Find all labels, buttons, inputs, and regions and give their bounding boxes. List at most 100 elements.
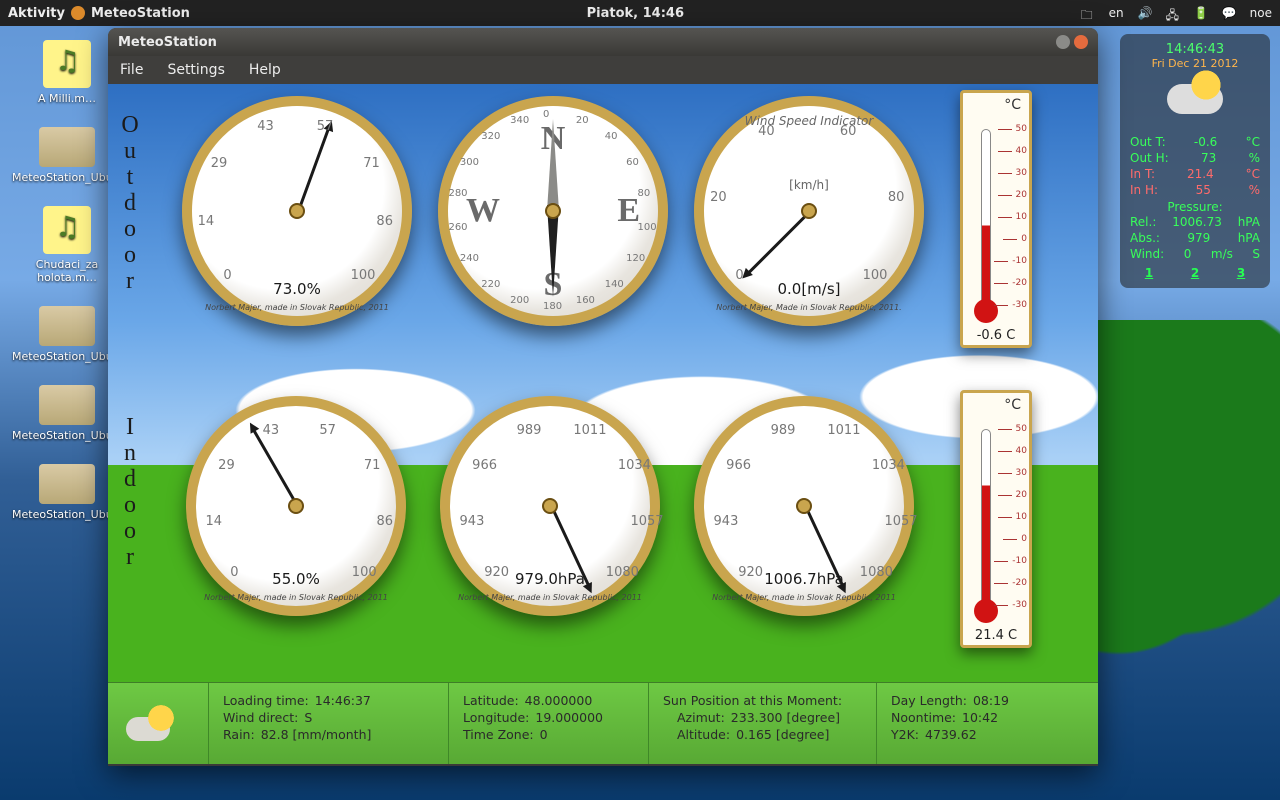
thermo-unit: °C — [963, 397, 1021, 413]
gauge-tick: 1080 — [860, 565, 893, 580]
gauge-tick: 1057 — [884, 514, 917, 529]
desktop-icons: A Milli.m… MeteoStation_Ubuntu_… Chudaci_z… — [12, 40, 122, 543]
gauge-tick: 1011 — [827, 423, 860, 438]
compass-tick: 240 — [460, 253, 479, 264]
compass-tick: 0 — [543, 109, 549, 120]
menu-file[interactable]: File — [120, 62, 143, 78]
gauge-tick: 40 — [758, 124, 775, 139]
status-row: Altitude:0.165 [degree] — [663, 727, 862, 742]
menu-help[interactable]: Help — [249, 62, 281, 78]
compass-tick: 320 — [481, 131, 500, 142]
desktop-icon[interactable]: MeteoStation_Ubuntu_v1… — [12, 464, 122, 521]
menu-settings[interactable]: Settings — [167, 62, 224, 78]
desktop-icon[interactable]: Chudaci_za holota.m… — [12, 206, 122, 284]
thermometer-outdoor: °C 50403020100-10-20-30 -0.6 C — [960, 90, 1032, 348]
gauge-wind-title: Wind Speed Indicator — [704, 114, 914, 128]
system-tray: 🗀 en 🔊 🖧 🔋 💬 noe — [1081, 6, 1272, 20]
status-bar: Loading time:14:46:37Wind direct:SRain:8… — [108, 682, 1098, 764]
compass-tick: 280 — [448, 188, 467, 199]
thermo-tick: 40 — [1016, 146, 1027, 156]
gauge-tick: 86 — [376, 214, 393, 229]
status-col-location: Latitude:48.000000Longitude:19.000000Tim… — [448, 683, 648, 764]
gauge-tick: 14 — [206, 514, 223, 529]
gauge-tick: 1011 — [573, 423, 606, 438]
gauge-tick: 920 — [738, 565, 763, 580]
desktop-icon[interactable]: A Milli.m… — [12, 40, 122, 105]
status-row: Latitude:48.000000 — [463, 693, 634, 708]
widget-pressure-header: Pressure: — [1126, 200, 1264, 214]
gauge-tick: 0 — [230, 565, 238, 580]
status-row: Day Length:08:19 — [891, 693, 1084, 708]
user-menu[interactable]: noe — [1250, 6, 1272, 20]
desktop-icon[interactable]: MeteoStation_Ubuntu_v… — [12, 385, 122, 442]
app-content: Outdoor Indoor 73.0% Norbert Majer, made… — [108, 84, 1098, 764]
gauge-tick: 989 — [517, 423, 542, 438]
gauge-tick: 0 — [223, 268, 231, 283]
compass-tick: 100 — [638, 222, 657, 233]
volume-icon[interactable]: 🔊 — [1138, 6, 1152, 20]
thermo-tick: 0 — [1021, 534, 1027, 544]
thermo-tick: -20 — [1012, 278, 1027, 288]
gauge-tick: 20 — [710, 190, 727, 205]
status-col-general: Loading time:14:46:37Wind direct:SRain:8… — [208, 683, 448, 764]
thermo-tick: 30 — [1016, 168, 1027, 178]
compass-tick: 160 — [576, 295, 595, 306]
thermo-outdoor-value: -0.6 C — [963, 328, 1029, 343]
task-app-name[interactable]: MeteoStation — [91, 6, 190, 21]
gauge-tick: 14 — [198, 214, 215, 229]
status-row: Time Zone:0 — [463, 727, 634, 742]
gauge-outdoor-humidity-value: 73.0% — [192, 280, 402, 298]
status-row: Y2K:4739.62 — [891, 727, 1084, 742]
compass-tick: 140 — [605, 279, 624, 290]
gauge-tick: 43 — [263, 423, 280, 438]
keyboard-lang[interactable]: en — [1109, 6, 1124, 20]
compass-tick: 20 — [576, 115, 589, 126]
battery-icon[interactable]: 🔋 — [1194, 6, 1208, 20]
gauge-maker: Norbert Majer, made in Slovak Republic, … — [450, 593, 650, 602]
thermo-tick: 20 — [1016, 190, 1027, 200]
gauge-maker: Norbert Majer, made in Slovak Republic, … — [192, 303, 402, 312]
compass-tick: 80 — [638, 188, 651, 199]
topbar-clock[interactable]: Piatok, 14:46 — [587, 6, 684, 21]
widget-tab-2[interactable]: 2 — [1191, 266, 1199, 280]
desktop-icon[interactable]: MeteoStation_Ubuntu_… — [12, 127, 122, 184]
compass-tick: 40 — [605, 131, 618, 142]
thermo-tick: 50 — [1016, 124, 1027, 134]
gauge-tick: 1034 — [618, 458, 651, 473]
window-titlebar[interactable]: MeteoStation — [108, 28, 1098, 56]
status-sun-header: Sun Position at this Moment: — [663, 693, 842, 708]
minimize-button[interactable] — [1056, 35, 1070, 49]
widget-tabs: 1 2 3 — [1126, 266, 1264, 280]
compass-tick: 300 — [460, 157, 479, 168]
gauge-tick: 0 — [735, 268, 743, 283]
widget-reading-row: Out H:73% — [1126, 150, 1264, 166]
network-icon[interactable]: 🖧 — [1166, 6, 1180, 20]
gauge-tick: 57 — [317, 119, 334, 134]
gauge-tick: 943 — [460, 514, 485, 529]
gauge-tick: 43 — [257, 119, 274, 134]
widget-tab-1[interactable]: 1 — [1145, 266, 1153, 280]
compass-tick: 60 — [626, 157, 639, 168]
gauge-compass: N S E W 02040608010012014016018020022024… — [438, 96, 668, 326]
compass-tick: 260 — [448, 222, 467, 233]
thermo-unit: °C — [963, 97, 1021, 113]
gauge-wind-value: 0.0[m/s] — [704, 280, 914, 298]
thermo-tick: 10 — [1016, 212, 1027, 222]
status-col-day: Day Length:08:19Noontime:10:42Y2K:4739.6… — [876, 683, 1098, 764]
label-indoor: Indoor — [116, 414, 143, 570]
gauge-tick: 60 — [840, 124, 857, 139]
gauge-tick: 100 — [352, 565, 377, 580]
activities-button[interactable]: Aktivity — [8, 6, 65, 21]
thermo-tick: 10 — [1016, 512, 1027, 522]
chat-icon[interactable]: 💬 — [1222, 6, 1236, 20]
files-icon[interactable]: 🗀 — [1081, 6, 1095, 20]
close-button[interactable] — [1074, 35, 1088, 49]
thermo-tick: -30 — [1012, 600, 1027, 610]
gauge-relative-pressure: 1006.7hPa Norbert Majer, made in Slovak … — [694, 396, 914, 616]
gauge-tick: 86 — [376, 514, 393, 529]
menubar: File Settings Help — [108, 56, 1098, 84]
gauge-tick: 1057 — [630, 514, 663, 529]
thermometer-indoor: °C 50403020100-10-20-30 21.4 C — [960, 390, 1032, 648]
widget-tab-3[interactable]: 3 — [1237, 266, 1245, 280]
desktop-icon[interactable]: MeteoStation_Ubuntu_… — [12, 306, 122, 363]
